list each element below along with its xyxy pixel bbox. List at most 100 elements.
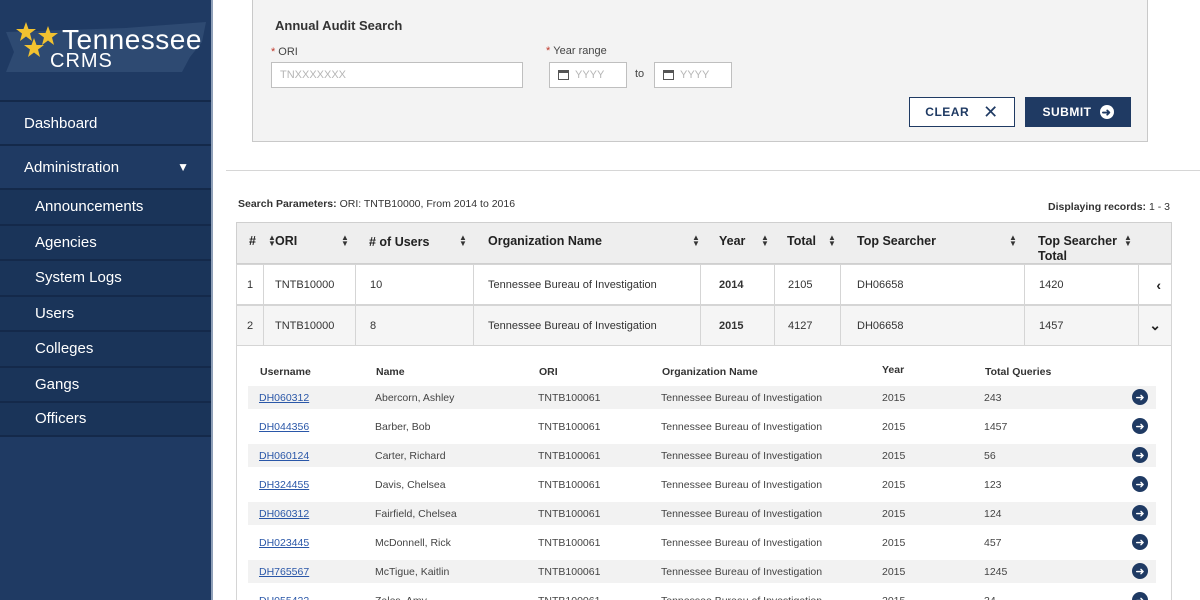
main-content: Annual Audit Search * ORI TNXXXXXXX * Year…	[226, 0, 1200, 600]
sidebar-item-colleges[interactable]: Colleges	[0, 330, 211, 366]
sort-icon[interactable]: ▲ ▼	[341, 234, 349, 248]
cell-num: 2	[237, 306, 264, 345]
clear-button-label: CLEAR	[925, 105, 970, 119]
year-to-input[interactable]: YYYY	[654, 62, 732, 88]
year-from-placeholder: YYYY	[575, 69, 605, 81]
table-row[interactable]: 2 TNTB10000 8 Tennessee Bureau of Invest…	[236, 305, 1172, 346]
username-link[interactable]: DH060312	[259, 508, 309, 520]
detail-col-ori: ORI	[539, 366, 558, 378]
cell-num: 1	[237, 265, 264, 304]
sidebar-item-officers[interactable]: Officers	[0, 401, 211, 437]
year-from-input[interactable]: YYYY	[549, 62, 627, 88]
display-value: 1 - 3	[1148, 201, 1170, 213]
detail-year: 2015	[882, 450, 906, 462]
detail-ori: TNTB100061	[538, 450, 601, 462]
list-item: DH060312 Fairfield, Chelsea TNTB100061 Tenn…	[248, 502, 1156, 525]
username-link[interactable]: DH044356	[259, 421, 309, 433]
cell-top-searcher: DH06658	[841, 306, 1025, 345]
detail-name: Abercorn, Ashley	[375, 392, 455, 404]
list-item: DH023445 McDonnell, Rick TNTB100061 Tenness…	[248, 531, 1156, 554]
detail-year: 2015	[882, 537, 906, 549]
cell-top-searcher: DH06658	[841, 265, 1025, 304]
search-parameters: Search Parameters: ORI: TNTB10000, From …	[238, 198, 515, 210]
detail-total: 56	[984, 450, 996, 462]
sort-icon[interactable]: ▲ ▼	[692, 234, 700, 248]
username-link[interactable]: DH023445	[259, 537, 309, 549]
detail-total: 1245	[984, 566, 1008, 578]
arrow-right-circle-icon[interactable]: ➜	[1132, 447, 1148, 463]
cell-ori: TNTB10000	[264, 265, 356, 304]
detail-col-total-queries: Total Queries	[985, 366, 1052, 378]
col-header-top-searcher: Top Searcher	[857, 234, 936, 248]
sidebar-item-announcements[interactable]: Announcements	[0, 188, 211, 224]
detail-name: McTigue, Kaitlin	[375, 566, 450, 578]
sort-icon[interactable]: ▲ ▼	[828, 234, 836, 248]
sidebar-item-label: Colleges	[35, 340, 94, 358]
detail-ori: TNTB100061	[538, 508, 601, 520]
username-link[interactable]: DH060124	[259, 450, 309, 462]
results-table-header: # ▲ ▼ ORI ▲ ▼ # of Users ▲ ▼ Organization N…	[236, 222, 1172, 264]
arrow-right-circle-icon[interactable]: ➜	[1132, 534, 1148, 550]
detail-total: 124	[984, 508, 1002, 520]
arrow-right-circle-icon[interactable]: ➜	[1132, 389, 1148, 405]
cell-org: Tennessee Bureau of Investigation	[474, 306, 701, 345]
arrow-right-circle-icon[interactable]: ➜	[1132, 476, 1148, 492]
detail-name: Carter, Richard	[375, 450, 446, 462]
clear-button[interactable]: CLEAR ✕	[909, 97, 1015, 127]
detail-year: 2015	[882, 566, 906, 578]
sort-icon[interactable]: ▲ ▼	[761, 234, 769, 248]
sort-icon[interactable]: ▲ ▼	[459, 234, 467, 248]
arrow-right-circle-icon[interactable]: ➜	[1132, 505, 1148, 521]
col-header-org: Organization Name	[488, 234, 602, 248]
panel-title: Annual Audit Search	[275, 18, 403, 33]
detail-ori: TNTB100061	[538, 595, 600, 600]
detail-org: Tennessee Bureau of Investigation	[661, 392, 823, 404]
col-header-year: Year	[719, 234, 746, 248]
sidebar-item-label: Dashboard	[24, 114, 98, 132]
chevron-left-icon[interactable]: ‹	[1156, 277, 1161, 293]
tennessee-crms-logo[interactable]: Tennessee CRMS	[0, 0, 211, 100]
username-link[interactable]: DH060312	[259, 392, 309, 404]
detail-col-year: Year	[882, 364, 905, 376]
sidebar-item-gangs[interactable]: Gangs	[0, 365, 211, 401]
detail-ori: TNTB100061	[538, 537, 601, 549]
sort-icon[interactable]: ▲ ▼	[1124, 234, 1132, 248]
cell-top-searcher-total: 1420	[1025, 265, 1139, 304]
list-item: DH324455 Davis, Chelsea TNTB100061 Tennesse…	[248, 473, 1156, 496]
sort-icon[interactable]: ▲ ▼	[1009, 234, 1017, 248]
detail-total: 243	[984, 392, 1002, 404]
sidebar-item-dashboard[interactable]: Dashboard	[0, 100, 211, 144]
arrow-right-circle-icon[interactable]: ➜	[1132, 418, 1148, 434]
sidebar-item-system-logs[interactable]: System Logs	[0, 259, 211, 295]
params-value: ORI: TNTB10000, From 2014 to 2016	[339, 198, 516, 210]
ori-placeholder: TNXXXXXXX	[280, 69, 347, 81]
detail-name: Fairfield, Chelsea	[375, 508, 457, 520]
detail-org: Tennessee Bureau of Investigation	[661, 595, 822, 600]
cell-org: Tennessee Bureau of Investigation	[474, 265, 701, 304]
detail-year: 2015	[882, 595, 905, 600]
detail-org: Tennessee Bureau of Investigation	[661, 537, 823, 549]
year-range-label: * Year range	[546, 45, 607, 57]
arrow-right-circle-icon[interactable]: ➜	[1132, 563, 1148, 579]
chevron-down-icon[interactable]: ⌄	[1149, 317, 1161, 334]
cell-total: 2105	[775, 265, 841, 304]
sidebar-item-administration[interactable]: Administration ▼	[0, 144, 211, 188]
col-header-num: #	[249, 234, 256, 248]
detail-year: 2015	[882, 392, 906, 404]
username-link[interactable]: DH324455	[259, 479, 309, 491]
arrow-right-circle-icon[interactable]: ➜	[1132, 592, 1148, 600]
sidebar-item-users[interactable]: Users	[0, 294, 211, 330]
submit-button[interactable]: SUBMIT ➜	[1025, 97, 1131, 127]
username-link[interactable]: DH055422	[259, 595, 309, 600]
col-header-ori: ORI	[275, 234, 298, 248]
cell-users: 10	[356, 265, 474, 304]
sidebar-item-label: System Logs	[35, 269, 122, 287]
username-link[interactable]: DH765567	[259, 566, 309, 578]
ori-input[interactable]: TNXXXXXXX	[271, 62, 523, 88]
table-row[interactable]: 1 TNTB10000 10 Tennessee Bureau of Inves…	[236, 264, 1172, 305]
detail-col-name: Name	[376, 366, 405, 378]
cell-top-searcher-total: 1457	[1025, 306, 1139, 345]
list-item: DH765567 McTigue, Kaitlin TNTB100061 Tennes…	[248, 560, 1156, 583]
sidebar-item-agencies[interactable]: Agencies	[0, 223, 211, 259]
detail-total: 123	[984, 479, 1002, 491]
